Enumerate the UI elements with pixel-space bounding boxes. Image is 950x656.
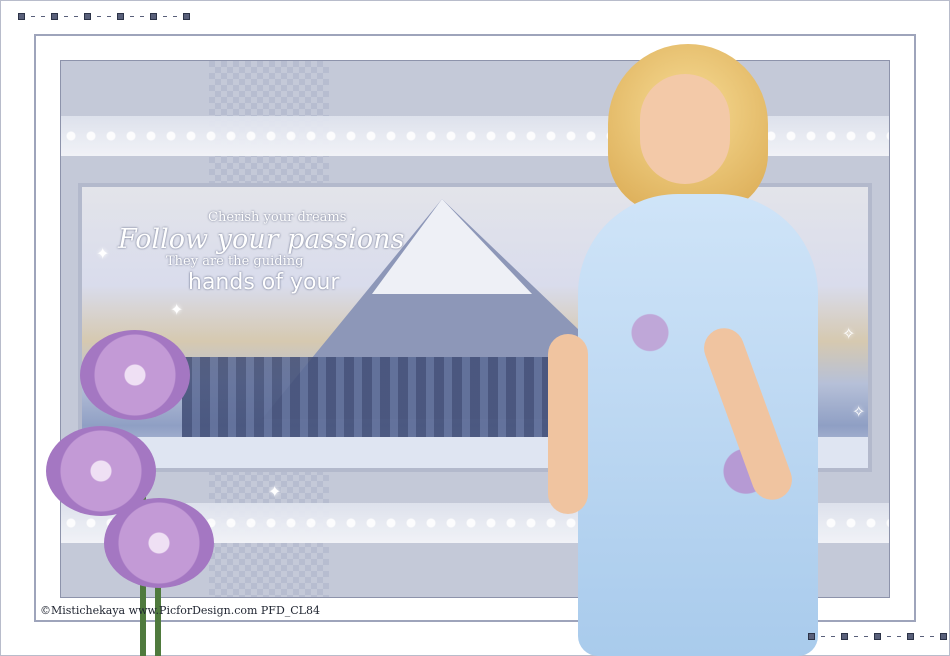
- flower-bloom: [80, 330, 190, 420]
- quote-line-1: Cherish your dreams: [208, 210, 347, 225]
- sparkle-icon: ✦: [170, 300, 184, 319]
- copyright-credit: ©Mistichekaya www.PicforDesign.com PFD_C…: [40, 604, 320, 617]
- woman-in-floral-dress: [548, 44, 848, 656]
- flower-bloom: [104, 498, 214, 588]
- quote-line-3: They are the guiding: [166, 254, 304, 269]
- floral-dress: [578, 194, 818, 656]
- left-arm: [548, 334, 588, 514]
- quote-line-4: hands of your: [188, 270, 340, 295]
- face: [640, 74, 730, 184]
- bottom-right-ornament: [808, 633, 947, 640]
- sparkle-icon: ✦: [96, 244, 110, 263]
- top-left-ornament: [18, 13, 190, 20]
- quote-line-2: Follow your passions: [118, 224, 405, 255]
- sparkle-icon: ✧: [852, 402, 866, 421]
- sparkle-icon: ✦: [268, 482, 282, 501]
